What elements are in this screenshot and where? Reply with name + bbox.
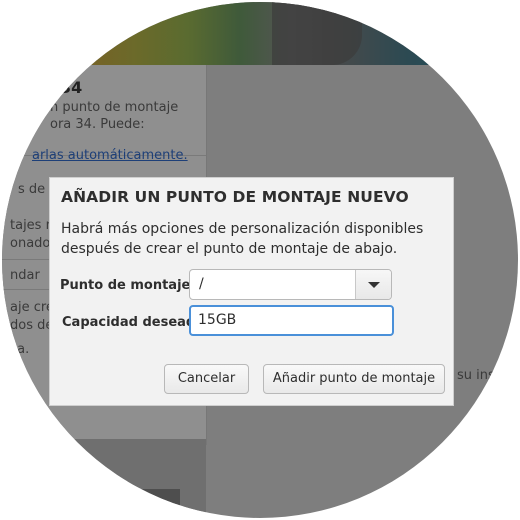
background-text: dos de (10, 318, 54, 333)
background-text: ca. (10, 342, 30, 357)
background-text: ndar (10, 268, 40, 283)
capacity-input[interactable]: 15GB (189, 305, 394, 336)
add-mount-point-dialog: AÑADIR UN PUNTO DE MONTAJE NUEVO Habrá m… (50, 178, 453, 405)
dialog-title: AÑADIR UN PUNTO DE MONTAJE NUEVO (61, 188, 409, 206)
background-text: n punto de montaje (50, 100, 179, 115)
wallpaper-banner (2, 2, 518, 65)
capacity-value[interactable]: 15GB (198, 312, 236, 328)
capacity-label: Capacidad deseada: (62, 315, 210, 330)
mount-point-label: Punto de montaje: (60, 278, 196, 293)
add-mount-point-button[interactable]: Añadir punto de montaje (263, 364, 445, 394)
background-link: arlas automáticamente. (32, 148, 188, 163)
mount-point-dropdown-button[interactable] (355, 270, 391, 299)
mount-point-value[interactable]: / (199, 276, 204, 292)
background-button (132, 489, 180, 509)
background-heading: 34 (60, 78, 83, 97)
background-text: ora 34. Puede: (50, 117, 145, 132)
background-text: su inst (457, 368, 500, 383)
cancel-button[interactable]: Cancelar (164, 364, 249, 394)
background-text: aje cre (10, 300, 54, 315)
dialog-description: Habrá más opciones de personalización di… (61, 221, 424, 257)
wallpaper-shade (272, 2, 362, 65)
chevron-down-icon (368, 282, 380, 288)
mount-point-combo[interactable]: / (189, 269, 392, 300)
